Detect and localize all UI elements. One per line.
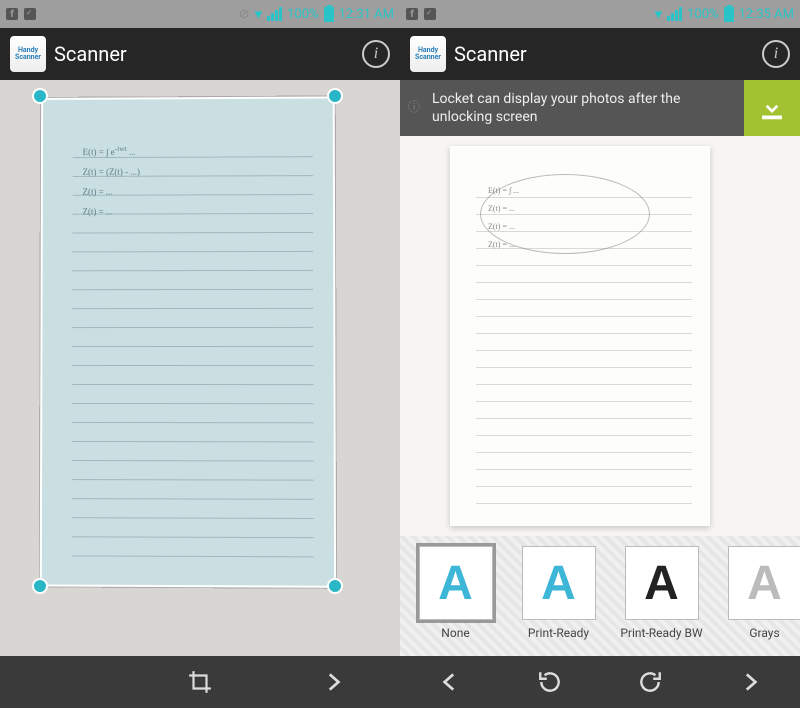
rotate-right-button[interactable] <box>626 658 674 706</box>
battery-percent: 100% <box>287 7 318 22</box>
filter-label: Print-Ready BW <box>620 626 702 640</box>
crop-handle-bottom-left[interactable] <box>32 578 48 594</box>
rotate-left-button[interactable] <box>526 658 574 706</box>
clipboard-icon <box>24 8 36 20</box>
battery-percent: 100% <box>687 7 718 22</box>
processed-page-preview: E(t) = ∫ ...Z(t) = ...Z(t) = ...Z(t) = .… <box>450 146 710 526</box>
filter-content: E(t) = ∫ ...Z(t) = ...Z(t) = ...Z(t) = .… <box>400 136 800 656</box>
filter-strip: A None A Print-Ready A Print-Ready BW A Grays <box>400 536 800 656</box>
banner-download-button[interactable] <box>744 80 800 136</box>
next-button[interactable] <box>309 658 357 706</box>
status-right: ▾ 100% 12:35 AM <box>655 5 794 23</box>
filter-label: Print-Ready <box>528 626 589 640</box>
app-title: Scanner <box>54 42 127 66</box>
crop-handle-top-left[interactable] <box>32 88 48 104</box>
scanned-page-preview: E(t) = ∫ e-iwt ...Z(t) = (Z(t) - ...)Z(t… <box>40 96 336 587</box>
app-icon: Handy Scanner <box>10 36 46 72</box>
wifi-icon: ▾ <box>255 5 263 23</box>
clipboard-icon <box>424 8 436 20</box>
app-title: Scanner <box>454 42 527 66</box>
no-sim-icon: ⊘ <box>239 7 250 22</box>
promo-banner: ⓘ Locket can display your photos after t… <box>400 80 800 136</box>
filter-thumb: A <box>419 546 493 620</box>
filter-option-grays[interactable]: A Grays <box>717 546 800 646</box>
filter-tool-bar <box>400 656 800 708</box>
battery-icon <box>724 7 734 22</box>
signal-icon <box>667 7 682 21</box>
screen-crop: f ⊘ ▾ 100% 12:31 AM Handy Scanner Scanne… <box>0 0 400 708</box>
filter-label: None <box>441 626 469 640</box>
status-time: 12:31 AM <box>339 7 394 22</box>
filter-thumb: A <box>522 546 596 620</box>
info-button[interactable]: i <box>362 40 390 68</box>
status-left: f <box>6 8 36 20</box>
filter-thumb: A <box>728 546 800 620</box>
battery-icon <box>324 7 334 22</box>
status-right: ⊘ ▾ 100% 12:31 AM <box>239 5 394 23</box>
status-left: f <box>406 8 436 20</box>
crop-handle-bottom-right[interactable] <box>327 578 343 594</box>
app-bar: Handy Scanner Scanner i <box>400 28 800 80</box>
filter-option-print-ready-bw[interactable]: A Print-Ready BW <box>614 546 709 646</box>
status-time: 12:35 AM <box>739 7 794 22</box>
crop-content: E(t) = ∫ e-iwt ...Z(t) = (Z(t) - ...)Z(t… <box>0 80 400 656</box>
app-bar: Handy Scanner Scanner i <box>0 28 400 80</box>
info-button[interactable]: i <box>762 40 790 68</box>
next-button[interactable] <box>726 658 774 706</box>
back-button[interactable] <box>426 658 474 706</box>
status-bar: f ⊘ ▾ 100% 12:31 AM <box>0 0 400 28</box>
screen-filter: f ▾ 100% 12:35 AM Handy Scanner Scanner … <box>400 0 800 708</box>
crop-tool-bar <box>0 656 400 708</box>
app-icon: Handy Scanner <box>410 36 446 72</box>
signal-icon <box>267 7 282 21</box>
wifi-icon: ▾ <box>655 5 663 23</box>
filter-thumb: A <box>625 546 699 620</box>
crop-button[interactable] <box>176 658 224 706</box>
filter-option-print-ready[interactable]: A Print-Ready <box>511 546 606 646</box>
crop-handle-top-right[interactable] <box>327 88 343 104</box>
filter-label: Grays <box>749 626 779 640</box>
banner-text: Locket can display your photos after the… <box>428 90 744 126</box>
facebook-icon: f <box>406 8 418 20</box>
filter-option-none[interactable]: A None <box>408 546 503 646</box>
status-bar: f ▾ 100% 12:35 AM <box>400 0 800 28</box>
banner-info-icon: ⓘ <box>400 100 428 116</box>
facebook-icon: f <box>6 8 18 20</box>
